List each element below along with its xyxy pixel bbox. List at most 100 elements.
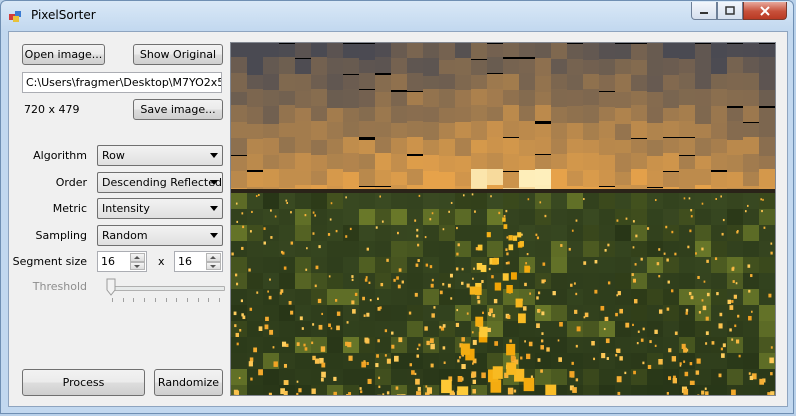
flower-mark bbox=[770, 346, 773, 349]
window-controls bbox=[691, 2, 787, 20]
save-image-button[interactable]: Save image... bbox=[133, 99, 223, 120]
flower-mark bbox=[318, 324, 323, 330]
image-block bbox=[535, 105, 551, 121]
image-block bbox=[391, 289, 407, 307]
image-block bbox=[535, 241, 551, 259]
flower-mark bbox=[351, 275, 354, 278]
image-block bbox=[343, 273, 359, 291]
algorithm-label: Algorithm bbox=[33, 149, 87, 162]
flower-mark bbox=[583, 198, 585, 201]
sampling-select[interactable]: Random bbox=[97, 225, 223, 246]
title-bar[interactable]: PixelSorter bbox=[1, 1, 793, 31]
flower-mark bbox=[490, 195, 492, 198]
flower-mark bbox=[506, 343, 516, 356]
image-block bbox=[343, 172, 359, 189]
image-block bbox=[663, 321, 679, 339]
image-block bbox=[615, 225, 631, 243]
close-button[interactable] bbox=[743, 2, 787, 20]
minimize-button[interactable] bbox=[691, 2, 717, 20]
image-block bbox=[711, 385, 727, 395]
flower-mark bbox=[683, 360, 686, 363]
image-block bbox=[759, 305, 775, 323]
image-block bbox=[503, 193, 519, 211]
image-block bbox=[279, 153, 295, 170]
image-block bbox=[759, 90, 775, 106]
flower-mark bbox=[426, 340, 430, 346]
metric-select[interactable]: Intensity bbox=[97, 198, 223, 219]
flower-mark bbox=[348, 392, 352, 395]
image-block bbox=[663, 193, 679, 211]
image-block bbox=[599, 92, 615, 109]
flower-mark bbox=[747, 264, 751, 268]
flower-mark bbox=[604, 316, 609, 322]
image-block bbox=[263, 169, 279, 189]
flower-mark bbox=[241, 212, 244, 215]
stepper-down-icon[interactable] bbox=[206, 261, 221, 270]
flower-mark bbox=[658, 274, 661, 278]
flower-mark bbox=[541, 279, 545, 284]
image-block bbox=[375, 369, 391, 387]
flower-mark bbox=[471, 371, 477, 378]
order-select[interactable]: Descending Reflected bbox=[97, 172, 223, 193]
open-image-button[interactable]: Open image... bbox=[22, 44, 105, 65]
image-block bbox=[551, 321, 567, 339]
image-block bbox=[647, 107, 663, 124]
image-block bbox=[647, 171, 663, 187]
image-block bbox=[375, 137, 391, 155]
flower-mark bbox=[666, 391, 669, 395]
image-block bbox=[695, 209, 711, 227]
stepper-down-icon[interactable] bbox=[130, 261, 145, 270]
image-block bbox=[727, 257, 743, 275]
order-label: Order bbox=[55, 176, 87, 189]
image-block bbox=[487, 107, 503, 123]
flower-mark bbox=[759, 378, 765, 385]
algorithm-select[interactable]: Row bbox=[97, 145, 223, 166]
segment-width-stepper[interactable]: 16 bbox=[97, 251, 147, 272]
image-block bbox=[535, 257, 551, 275]
show-original-button[interactable]: Show Original bbox=[133, 44, 223, 65]
flower-mark bbox=[668, 348, 672, 353]
flower-mark bbox=[248, 361, 253, 367]
image-block bbox=[711, 257, 727, 275]
image-block bbox=[407, 289, 423, 307]
image-block bbox=[615, 241, 631, 259]
flower-mark bbox=[519, 241, 524, 247]
flower-mark bbox=[491, 275, 494, 279]
maximize-button[interactable] bbox=[717, 2, 743, 20]
image-block bbox=[359, 121, 375, 137]
process-button[interactable]: Process bbox=[22, 369, 145, 396]
image-block bbox=[663, 90, 679, 109]
image-block bbox=[695, 44, 711, 61]
segment-height-stepper[interactable]: 16 bbox=[174, 251, 223, 272]
close-icon bbox=[760, 5, 770, 16]
flower-mark bbox=[770, 372, 773, 376]
image-block bbox=[599, 193, 615, 211]
threshold-slider-track[interactable] bbox=[109, 286, 225, 291]
stepper-up-icon[interactable] bbox=[206, 253, 221, 262]
stepper-up-icon[interactable] bbox=[130, 253, 145, 262]
image-block bbox=[327, 257, 343, 275]
flower-mark bbox=[312, 355, 316, 361]
flower-mark bbox=[359, 387, 362, 390]
image-block bbox=[359, 169, 375, 186]
image-block bbox=[327, 169, 343, 188]
image-block bbox=[375, 57, 391, 73]
flower-mark bbox=[479, 326, 488, 338]
randomize-button[interactable]: Randomize bbox=[154, 369, 223, 396]
flower-mark bbox=[263, 241, 266, 245]
file-path-field[interactable]: C:\Users\fragmer\Desktop\M7YO2x5.jpg bbox=[22, 72, 222, 93]
image-block bbox=[407, 73, 423, 91]
flower-mark bbox=[231, 252, 234, 256]
flower-mark bbox=[732, 280, 735, 283]
image-block bbox=[679, 193, 695, 211]
image-block bbox=[503, 90, 519, 106]
threshold-slider-thumb[interactable] bbox=[106, 278, 116, 296]
image-block bbox=[599, 241, 615, 259]
image-block bbox=[711, 241, 727, 259]
flower-mark bbox=[290, 241, 294, 245]
image-block bbox=[231, 337, 247, 355]
flower-mark bbox=[251, 210, 253, 213]
image-block bbox=[263, 106, 279, 126]
image-block bbox=[343, 58, 359, 74]
image-block bbox=[279, 273, 295, 291]
